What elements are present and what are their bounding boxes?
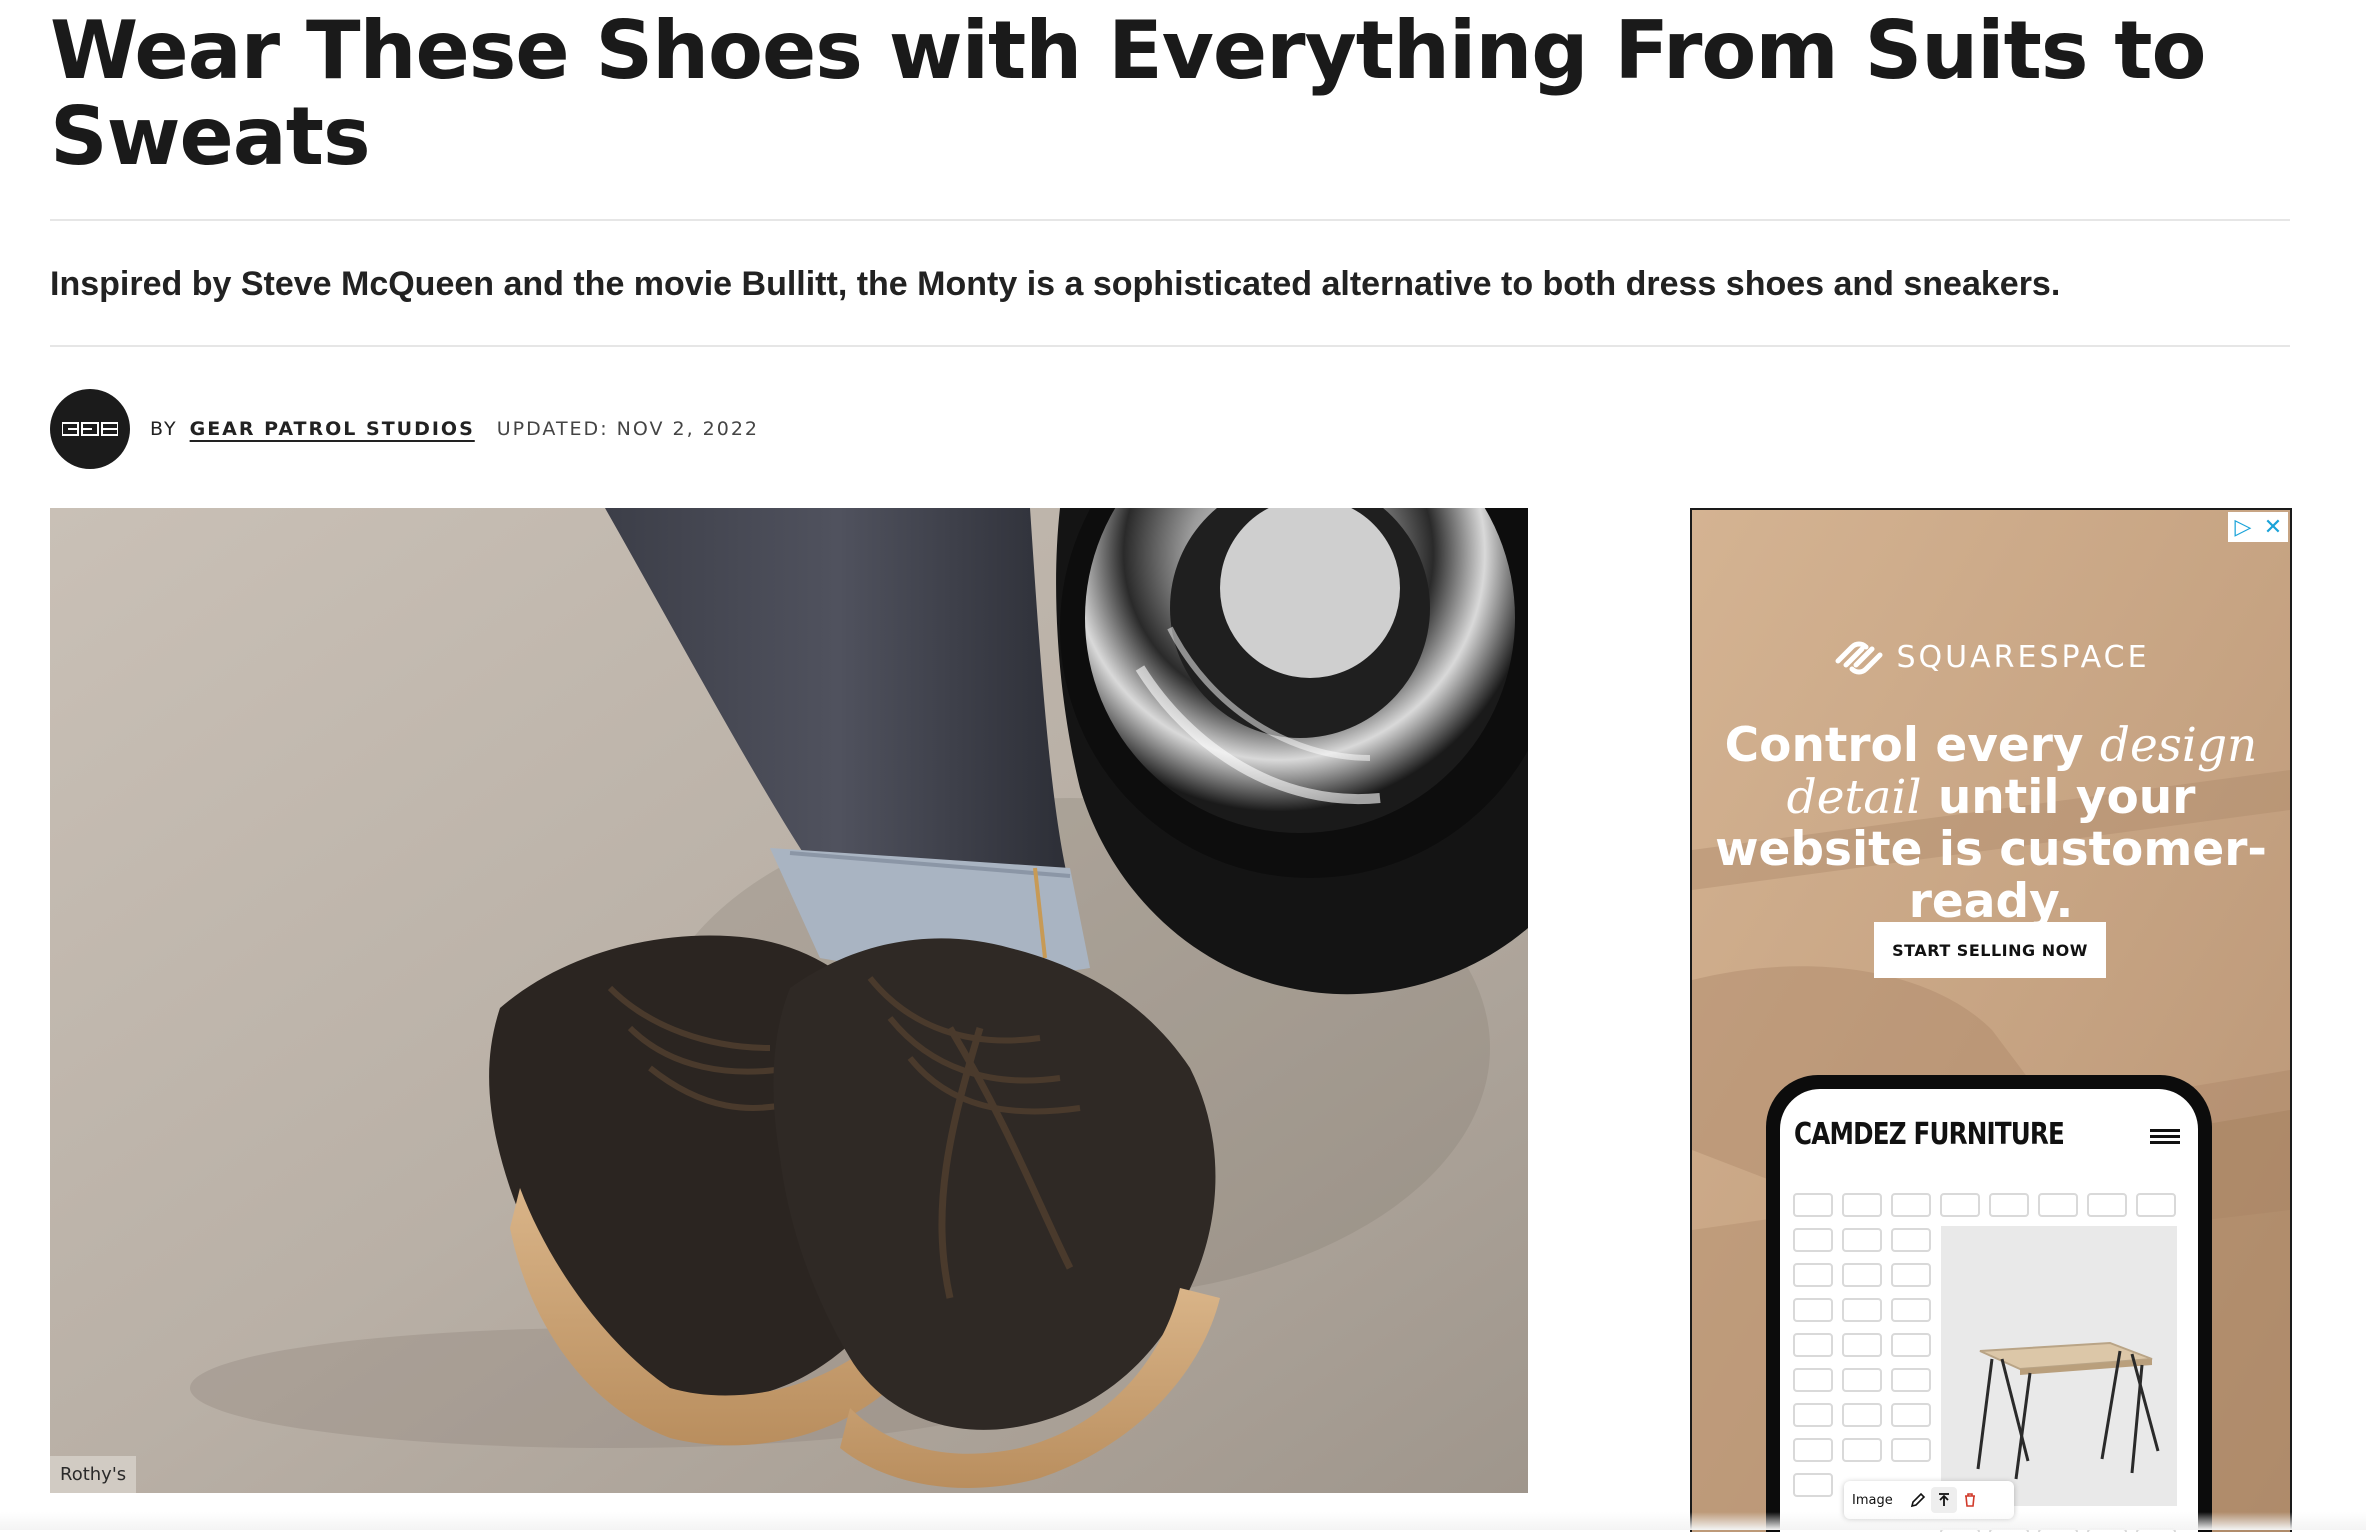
shoe-photo — [50, 508, 1528, 1493]
hero-image: Rothy's — [50, 508, 1528, 1493]
pencil-icon — [1905, 1487, 1931, 1513]
squarespace-logo-icon — [1835, 641, 1883, 675]
site-title: CAMDEZ FURNITURE — [1794, 1117, 2065, 1152]
start-selling-button[interactable]: START SELLING NOW — [1874, 922, 2106, 978]
squarespace-logo: SQUARESPACE — [1692, 635, 2290, 679]
gear-patrol-studios-logo-icon[interactable] — [50, 389, 130, 469]
ad-choices[interactable]: ▷ ✕ — [2228, 512, 2288, 542]
byline: BY GEAR PATROL STUDIOS UPDATED: NOV 2, 2… — [50, 389, 759, 469]
site-editor-grid — [1793, 1193, 2177, 1532]
updated-date: UPDATED: NOV 2, 2022 — [496, 418, 760, 440]
ad-headline-part1: Control every — [1724, 718, 2100, 773]
article-headline: Wear These Shoes with Everything From Su… — [50, 4, 2206, 183]
article-dek: Inspired by Steve McQueen and the movie … — [50, 265, 2061, 303]
phone-mockup: CAMDEZ FURNITURE Image — [1766, 1075, 2212, 1532]
ad-headline-design: design — [2099, 718, 2258, 773]
photo-credit: Rothy's — [50, 1456, 137, 1493]
byline-prefix: BY — [150, 418, 178, 440]
trash-icon — [1957, 1487, 1983, 1513]
author-link[interactable]: GEAR PATROL STUDIOS — [190, 418, 475, 440]
ad-headline: Control every design detail until your w… — [1712, 720, 2270, 928]
toolbar-label: Image — [1852, 1492, 1893, 1508]
ad-brand-name: SQUARESPACE — [1896, 639, 2150, 675]
ad-headline-detail: detail — [1786, 770, 1922, 825]
close-icon[interactable]: ✕ — [2258, 512, 2288, 542]
squarespace-ad[interactable]: ▷ ✕ SQUARESPACE Control every design det… — [1690, 508, 2292, 1532]
ad-choices-icon[interactable]: ▷ — [2228, 512, 2258, 542]
divider — [50, 219, 2290, 221]
hamburger-menu-icon — [2150, 1129, 2180, 1145]
move-up-icon — [1930, 1487, 1957, 1513]
page-bottom-fade — [0, 1512, 2366, 1530]
divider — [50, 345, 2290, 347]
phone-screen: CAMDEZ FURNITURE Image — [1780, 1089, 2198, 1532]
